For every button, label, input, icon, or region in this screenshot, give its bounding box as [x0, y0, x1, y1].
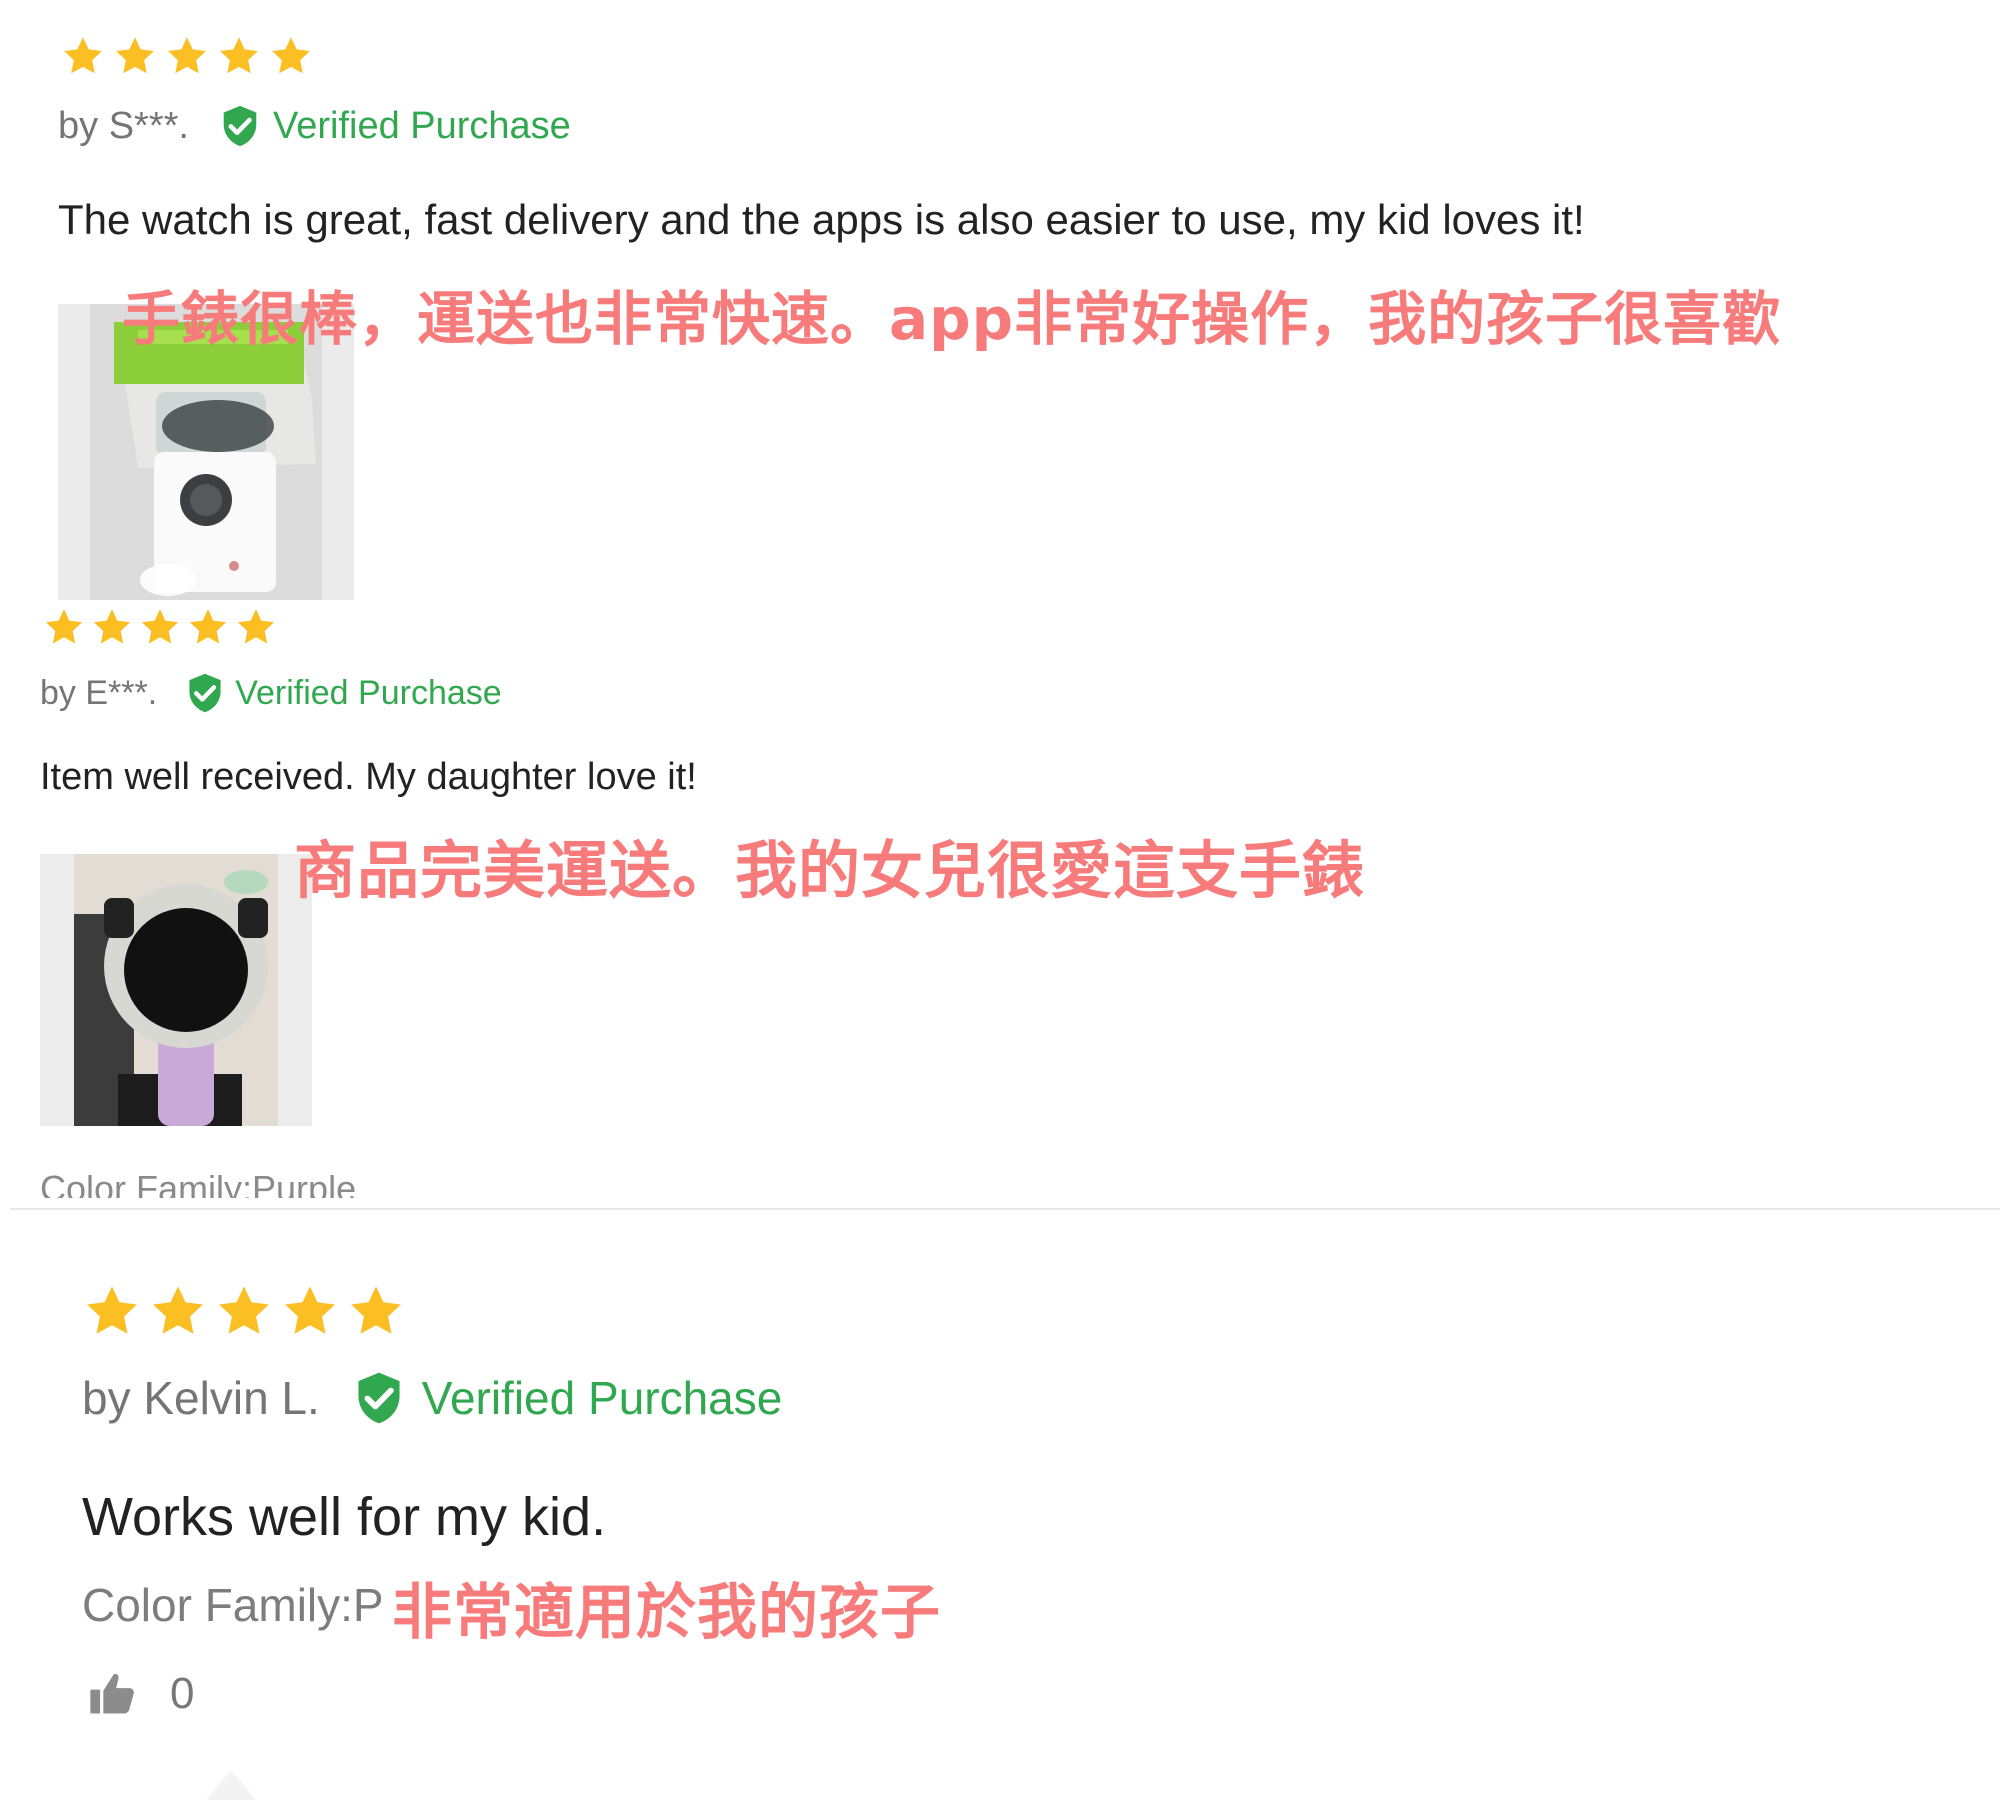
- reviewer-name: by S***.: [58, 104, 189, 147]
- translation-overlay: 非常適用於我的孩子: [392, 1578, 941, 1648]
- kids-watch-image: [40, 854, 312, 1126]
- review-divider: [10, 1208, 2000, 1210]
- rating-stars: [60, 34, 314, 78]
- star-icon: [285, 1286, 335, 1334]
- star-icon: [45, 609, 83, 644]
- star-icon: [272, 37, 310, 74]
- verified-label: Verified Purchase: [235, 673, 502, 712]
- like-count: 0: [170, 1669, 195, 1718]
- reviewer-byline: by E***. Verified Purchase: [40, 668, 502, 718]
- variant-text: Color Family:P: [82, 1579, 384, 1631]
- verified-shield-icon: [189, 673, 221, 713]
- reviewer-byline: by Kelvin L. Verified Purchase: [82, 1364, 782, 1432]
- star-icon: [237, 609, 275, 644]
- star-icon: [351, 1286, 401, 1334]
- caret-up-icon: [206, 1770, 256, 1800]
- verified-badge: Verified Purchase: [217, 102, 571, 150]
- rating-stars: [42, 606, 278, 648]
- star-icon: [87, 1286, 137, 1334]
- star-icon: [141, 609, 179, 644]
- variant-clip: Color Family:Purple: [40, 1166, 440, 1198]
- verified-shield-icon: [358, 1372, 400, 1424]
- star-icon: [153, 1286, 203, 1334]
- star-icon: [64, 37, 102, 74]
- variant-text: Color Family:Purple: [40, 1168, 357, 1198]
- verified-label: Verified Purchase: [421, 1372, 783, 1424]
- verified-label: Verified Purchase: [272, 104, 571, 147]
- thumbs-up-icon: [90, 1673, 134, 1714]
- translation-overlay: 商品完美運送。我的女兒很愛這支手錶: [294, 834, 1366, 907]
- verified-badge: Verified Purchase: [183, 670, 502, 716]
- star-icon: [93, 609, 131, 644]
- reviewer-name: by E***.: [40, 673, 158, 712]
- translation-overlay: 手錶很棒，運送也非常快速。app非常好操作，我的孩子很喜歡: [122, 285, 1782, 353]
- review-text: Works well for my kid.: [82, 1487, 607, 1547]
- star-icon: [168, 37, 206, 74]
- star-icon: [116, 37, 154, 74]
- review-photo[interactable]: [40, 854, 312, 1126]
- star-icon: [189, 609, 227, 644]
- star-icon: [220, 37, 258, 74]
- like-button[interactable]: 0: [86, 1668, 194, 1720]
- review-text: Item well received. My daughter love it!: [40, 756, 697, 798]
- reviewer-byline: by S***. Verified Purchase: [58, 100, 571, 152]
- reviewer-name: by Kelvin L.: [82, 1372, 320, 1424]
- rating-stars: [82, 1282, 406, 1340]
- verified-badge: Verified Purchase: [350, 1368, 783, 1428]
- star-icon: [219, 1286, 269, 1334]
- verified-shield-icon: [223, 105, 257, 147]
- review-text: The watch is great, fast delivery and th…: [58, 196, 1585, 243]
